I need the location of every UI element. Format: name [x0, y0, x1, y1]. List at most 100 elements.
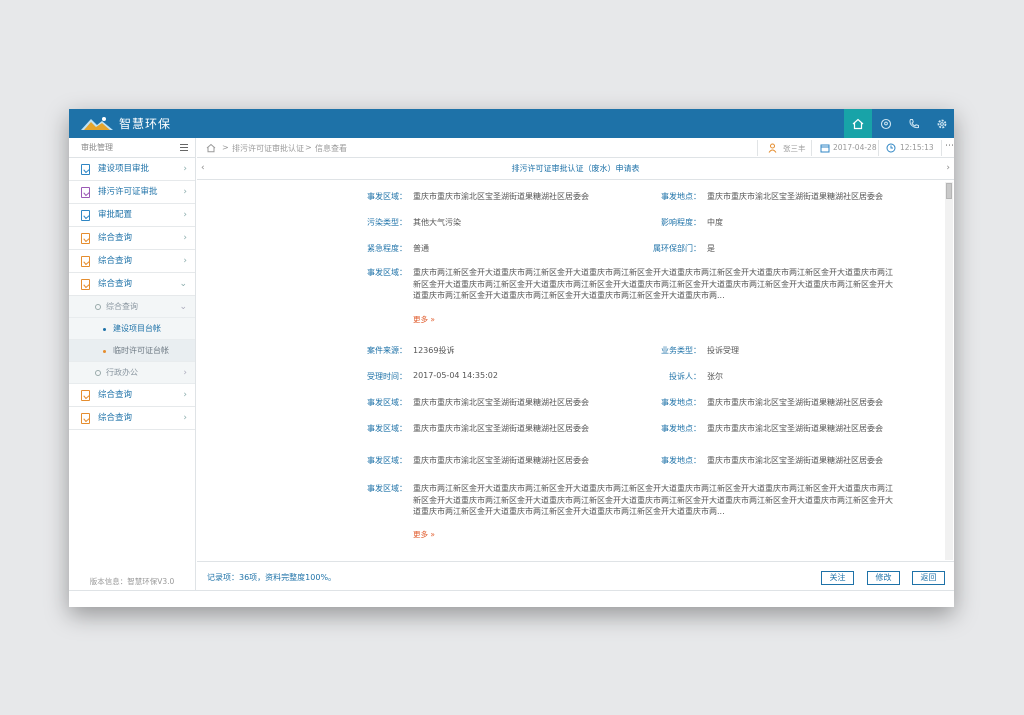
sidebar-item-label: 审批配置: [98, 210, 133, 220]
home-icon[interactable]: [206, 143, 216, 153]
home-button[interactable]: [844, 109, 872, 138]
field-label: 事发区域：: [367, 484, 407, 493]
chevron-right-icon[interactable]: ›: [946, 158, 950, 179]
sidebar-item-label: 综合查询: [98, 279, 133, 289]
chevron-down-icon: ⌄: [179, 279, 187, 289]
divider: [878, 140, 879, 156]
app-title: 智慧环保: [119, 117, 172, 131]
status-strip: [69, 590, 954, 607]
breadcrumb-parent[interactable]: 排污许可证审批认证: [232, 143, 304, 154]
phone-button[interactable]: [900, 109, 928, 138]
sidebar-item-label: 综合查询: [98, 413, 133, 423]
field-label: 事发地点：: [661, 424, 701, 433]
field-value: 重庆市重庆市渝北区宝圣湖街道果糖湖社区居委会: [413, 398, 589, 407]
form-content: 事发区域： 重庆市重庆市渝北区宝圣湖街道果糖湖社区居委会 事发地点： 重庆市重庆…: [197, 181, 944, 561]
field-label: 事发区域：: [367, 424, 407, 433]
chevron-right-icon: ›: [183, 164, 187, 174]
more-options-icon[interactable]: ⋯: [945, 141, 954, 151]
sidebar-item-query-expanded[interactable]: 综合查询 ⌄: [69, 273, 195, 296]
field-value: 重庆市重庆市渝北区宝圣湖街道果糖湖社区居委会: [413, 456, 589, 465]
more-link[interactable]: 更多 »: [413, 314, 435, 325]
chevron-right-icon: ›: [183, 210, 187, 220]
logo-mountain-icon: [81, 117, 113, 130]
settings-button[interactable]: [928, 109, 954, 138]
chevron-left-icon[interactable]: ‹: [201, 158, 205, 179]
sidebar-item-label: 综合查询: [98, 390, 133, 400]
scrollbar-thumb[interactable]: [946, 183, 952, 199]
field-value: 普通: [413, 244, 429, 253]
form-title-bar: ‹ 排污许可证审批认证（废水）申请表 ›: [197, 158, 954, 180]
sidebar-item-label: 综合查询: [98, 256, 133, 266]
document-icon: [81, 233, 90, 244]
breadcrumb-separator: >: [222, 143, 229, 152]
sidebar-leaf-label: 临时许可证台帐: [113, 346, 169, 355]
current-date: 2017-04-28: [833, 143, 877, 152]
bullet-icon: [103, 350, 106, 353]
sidebar-item-query[interactable]: 综合查询 ›: [69, 227, 195, 250]
sidebar-item-label: 建设项目审批: [98, 164, 150, 174]
field-value: 重庆市重庆市渝北区宝圣湖街道果糖湖社区居委会: [707, 456, 883, 465]
sidebar-leaf-label: 建设项目台帐: [113, 324, 161, 333]
version-info: 版本信息：智慧环保V3.0: [89, 577, 175, 586]
main-panel: > 排污许可证审批认证 > 信息查看 张三丰 2017-04-28 12:15:…: [197, 138, 954, 607]
sidebar-item-query[interactable]: 综合查询 ›: [69, 250, 195, 273]
field-label: 事发区域：: [367, 456, 407, 465]
chevron-right-icon: ›: [183, 390, 187, 400]
sidebar-leaf-temp-permit-ledger[interactable]: 临时许可证台帐: [69, 340, 195, 362]
divider: [757, 140, 758, 156]
field-value: 其他大气污染: [413, 218, 461, 227]
home-icon: [852, 118, 864, 129]
field-value: 重庆市重庆市渝北区宝圣湖街道果糖湖社区居委会: [707, 424, 883, 433]
user-icon: [768, 143, 777, 153]
sidebar-leaf-construction-ledger[interactable]: 建设项目台帐: [69, 318, 195, 340]
sidebar-item-query[interactable]: 综合查询 ›: [69, 407, 195, 430]
field-label: 事发地点：: [661, 456, 701, 465]
sidebar-subgroup-label: 综合查询: [106, 302, 138, 311]
current-time: 12:15:13: [900, 143, 934, 152]
field-value: 重庆市重庆市渝北区宝圣湖街道果糖湖社区居委会: [413, 424, 589, 433]
chevron-right-icon: ›: [183, 233, 187, 243]
sidebar-header: 审批管理: [69, 138, 195, 158]
sidebar-subgroup-query[interactable]: 综合查询 ⌄: [69, 296, 195, 318]
follow-button[interactable]: 关注: [821, 571, 854, 585]
sidebar-item-approval-config[interactable]: 审批配置 ›: [69, 204, 195, 227]
field-label: 案件来源：: [367, 346, 407, 355]
field-long-text: 重庆市两江新区金开大道重庆市两江新区金开大道重庆市两江新区金开大道重庆市两江新区…: [413, 268, 893, 300]
field-value: 2017-05-04 14:35:02: [413, 371, 498, 380]
location-button[interactable]: [872, 109, 900, 138]
form-title: 排污许可证审批认证（废水）申请表: [511, 164, 640, 173]
field-label: 业务类型：: [661, 346, 701, 355]
document-icon: [81, 413, 90, 424]
field-label: 事发地点：: [661, 192, 701, 201]
gear-icon: [937, 119, 947, 128]
sidebar-item-permit-approval[interactable]: 排污许可证审批 ›: [69, 181, 195, 204]
sidebar-subgroup-office[interactable]: 行政办公 ›: [69, 362, 195, 384]
calendar-icon: [820, 144, 830, 153]
more-link[interactable]: 更多 »: [413, 529, 435, 540]
divider: [811, 140, 812, 156]
sidebar-subgroup-label: 行政办公: [106, 368, 138, 377]
back-button[interactable]: 返回: [912, 571, 945, 585]
document-icon: [81, 390, 90, 401]
breadcrumb: > 排污许可证审批认证 > 信息查看 张三丰 2017-04-28 12:15:…: [197, 138, 954, 158]
app-window: 智慧环保 审批管理 建设项目审批 › 排污许可证审批 › 审批配置 › 综合查询…: [69, 109, 954, 607]
phone-icon: [909, 118, 919, 128]
document-icon: [81, 210, 90, 221]
scrollbar[interactable]: [945, 182, 953, 560]
ring-icon: [95, 304, 101, 310]
edit-button[interactable]: 修改: [867, 571, 900, 585]
breadcrumb-current: 信息查看: [315, 144, 347, 153]
field-label: 事发区域：: [367, 268, 407, 277]
chevron-down-icon: ⌄: [179, 302, 187, 312]
sidebar-item-construction-approval[interactable]: 建设项目审批 ›: [69, 158, 195, 181]
sidebar-title: 审批管理: [81, 143, 113, 152]
menu-toggle-icon[interactable]: [180, 144, 188, 151]
field-value: 重庆市重庆市渝北区宝圣湖街道果糖湖社区居委会: [413, 192, 589, 201]
document-icon: [81, 164, 90, 175]
bullet-icon: [103, 328, 106, 331]
sidebar-item-label: 排污许可证审批: [98, 187, 158, 197]
sidebar-item-query[interactable]: 综合查询 ›: [69, 384, 195, 407]
field-value: 中度: [707, 218, 723, 227]
ring-icon: [95, 370, 101, 376]
field-label: 受理时间：: [367, 372, 407, 381]
